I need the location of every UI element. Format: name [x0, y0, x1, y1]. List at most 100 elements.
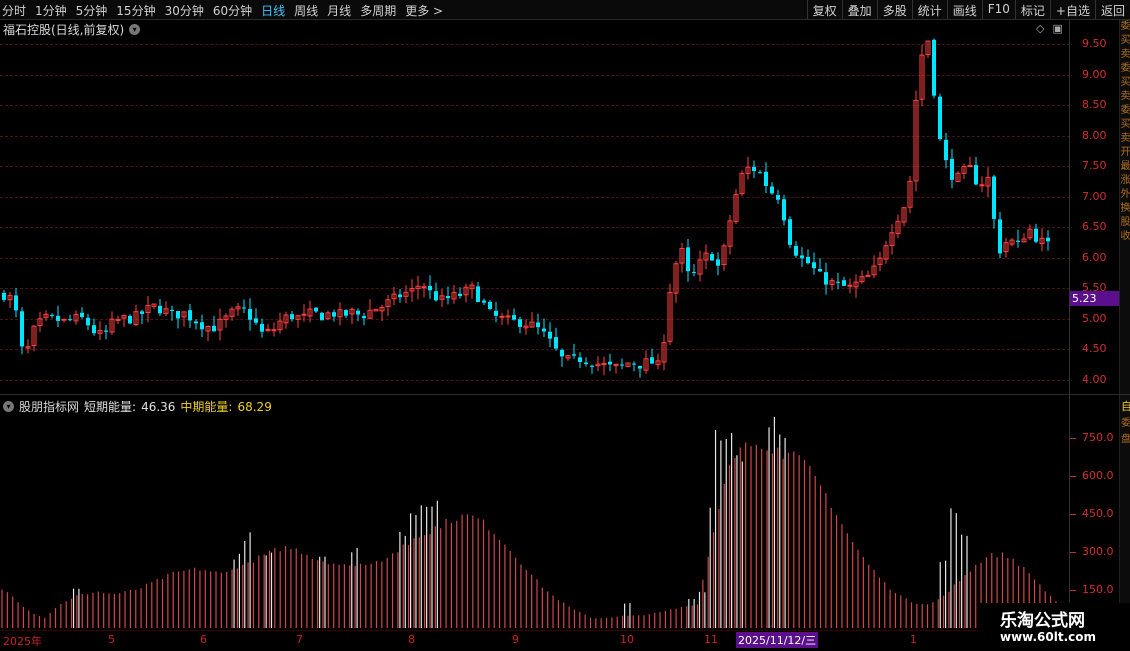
- date-axis-label: 6: [200, 633, 207, 646]
- candle-body-up: [265, 328, 271, 331]
- candle-body-down: [2, 292, 6, 300]
- candle-body-down: [86, 317, 90, 326]
- chevron-down-icon[interactable]: ▾: [3, 401, 14, 412]
- candle-body-down: [458, 293, 462, 296]
- candle-body-down: [950, 158, 954, 180]
- candle-body-up: [979, 184, 985, 187]
- quote-strip-char: 涨: [1120, 175, 1130, 186]
- candle-body-down: [572, 354, 576, 356]
- candle-body-up: [505, 315, 511, 318]
- quote-strip-char: 外: [1120, 189, 1130, 200]
- date-axis-label: 8: [408, 633, 415, 646]
- candle-body-down: [80, 312, 84, 318]
- candle-body-down: [770, 186, 774, 194]
- candle-body-down: [128, 315, 132, 324]
- candle-body-down: [686, 247, 690, 272]
- indicator-tick-label: 600.0: [1082, 469, 1114, 482]
- chart-canvas[interactable]: [0, 0, 1070, 630]
- date-axis-label: 2025年: [3, 635, 42, 648]
- candle-body-down: [842, 280, 846, 286]
- price-tick-label: 7.00: [1082, 190, 1107, 203]
- candle-body-down: [242, 307, 246, 309]
- candle-body-down: [794, 245, 798, 256]
- candle-body-down: [632, 363, 636, 365]
- candle-body-down: [398, 294, 402, 298]
- candle-body-down: [494, 310, 498, 316]
- candle-body-down: [716, 259, 720, 266]
- price-tick-label: 6.50: [1082, 220, 1107, 233]
- indicator-tick-mark: [1070, 438, 1076, 439]
- candle-body-down: [554, 337, 558, 349]
- indicator-tick-mark: [1070, 590, 1076, 591]
- watermark-url: www.60lt.com: [1000, 630, 1097, 644]
- short-energy-label: 短期能量:: [84, 400, 137, 414]
- candle-body-down: [50, 314, 54, 316]
- date-axis-label: 9: [512, 633, 519, 646]
- candle-body-down: [1046, 237, 1050, 242]
- indicator-name: 股朋指标网: [19, 400, 80, 414]
- quote-strip-char: 委: [1120, 21, 1130, 32]
- candle-body-down: [536, 322, 540, 328]
- quote-strip-char: 最: [1120, 161, 1130, 172]
- candle-body-down: [140, 311, 144, 314]
- candle-body-down: [170, 309, 174, 311]
- candle-body-up: [301, 313, 307, 316]
- short-energy-value: 46.36: [141, 399, 176, 414]
- candle-body-down: [560, 349, 564, 357]
- candle-body-down: [176, 310, 180, 319]
- quote-strip-char: 收: [1120, 231, 1130, 242]
- candle-body-down: [518, 319, 522, 327]
- date-axis-label: 1: [910, 633, 917, 646]
- candle-body-down: [344, 310, 348, 316]
- candle-body-down: [782, 199, 786, 221]
- quote-strip-char: 卖: [1120, 49, 1130, 60]
- candle-body-down: [998, 219, 1002, 254]
- candle-body-down: [764, 171, 768, 186]
- toolbar-button[interactable]: 返回: [1094, 0, 1130, 19]
- quote-side-strip: 委买卖委买卖委买卖开最涨外换股收: [1119, 20, 1130, 630]
- price-tick-label: 8.00: [1082, 129, 1107, 142]
- quote-strip-char: 股: [1120, 217, 1130, 228]
- price-tick-label: 9.50: [1082, 37, 1107, 50]
- date-axis-label: 11: [704, 633, 718, 646]
- candle-body-down: [446, 296, 450, 299]
- candle-body-up: [61, 318, 67, 321]
- mid-energy-value: 68.29: [237, 399, 272, 414]
- indicator-tick-mark: [1070, 476, 1076, 477]
- mid-energy-label: 中期能量:: [180, 400, 233, 414]
- indicator-tick-mark: [1070, 552, 1076, 553]
- quote-strip-char: 买: [1120, 77, 1130, 88]
- candle-body-down: [608, 361, 612, 365]
- candle-body-down: [362, 316, 366, 319]
- indicator-side-char: 盘: [1121, 434, 1130, 445]
- candle-body-down: [428, 285, 432, 291]
- candle-body-down: [776, 195, 780, 200]
- candle-body-down: [824, 272, 828, 285]
- candle-body-down: [548, 331, 552, 339]
- quote-strip-char: 开: [1120, 147, 1130, 158]
- quote-strip-char: 换: [1120, 203, 1130, 214]
- candle-body-down: [584, 362, 588, 365]
- price-tick-label: 4.00: [1082, 373, 1107, 386]
- date-axis-highlight: 2025/11/12/三: [736, 632, 819, 648]
- candle-body-down: [92, 325, 96, 334]
- candle-body-up: [847, 284, 853, 287]
- candle-body-down: [254, 318, 258, 323]
- candle-body-down: [56, 315, 60, 321]
- candle-body-down: [1016, 240, 1020, 242]
- candle-body-down: [476, 286, 480, 303]
- candle-body-down: [188, 310, 192, 321]
- candle-body-down: [200, 322, 204, 330]
- candle-body-down: [158, 305, 162, 314]
- price-tick-label: 7.50: [1082, 159, 1107, 172]
- candle-body-down: [1034, 228, 1038, 242]
- price-tick-label: 8.50: [1082, 98, 1107, 111]
- quote-strip-char: 委: [1120, 63, 1130, 74]
- price-tick-label: 4.50: [1082, 342, 1107, 355]
- candle-body-down: [482, 300, 486, 303]
- candle-body-down: [932, 39, 936, 96]
- current-price-tag: 5.23: [1070, 291, 1120, 306]
- quote-strip-char: 卖: [1120, 91, 1130, 102]
- candle-body-down: [692, 271, 696, 273]
- indicator-tick-mark: [1070, 514, 1076, 515]
